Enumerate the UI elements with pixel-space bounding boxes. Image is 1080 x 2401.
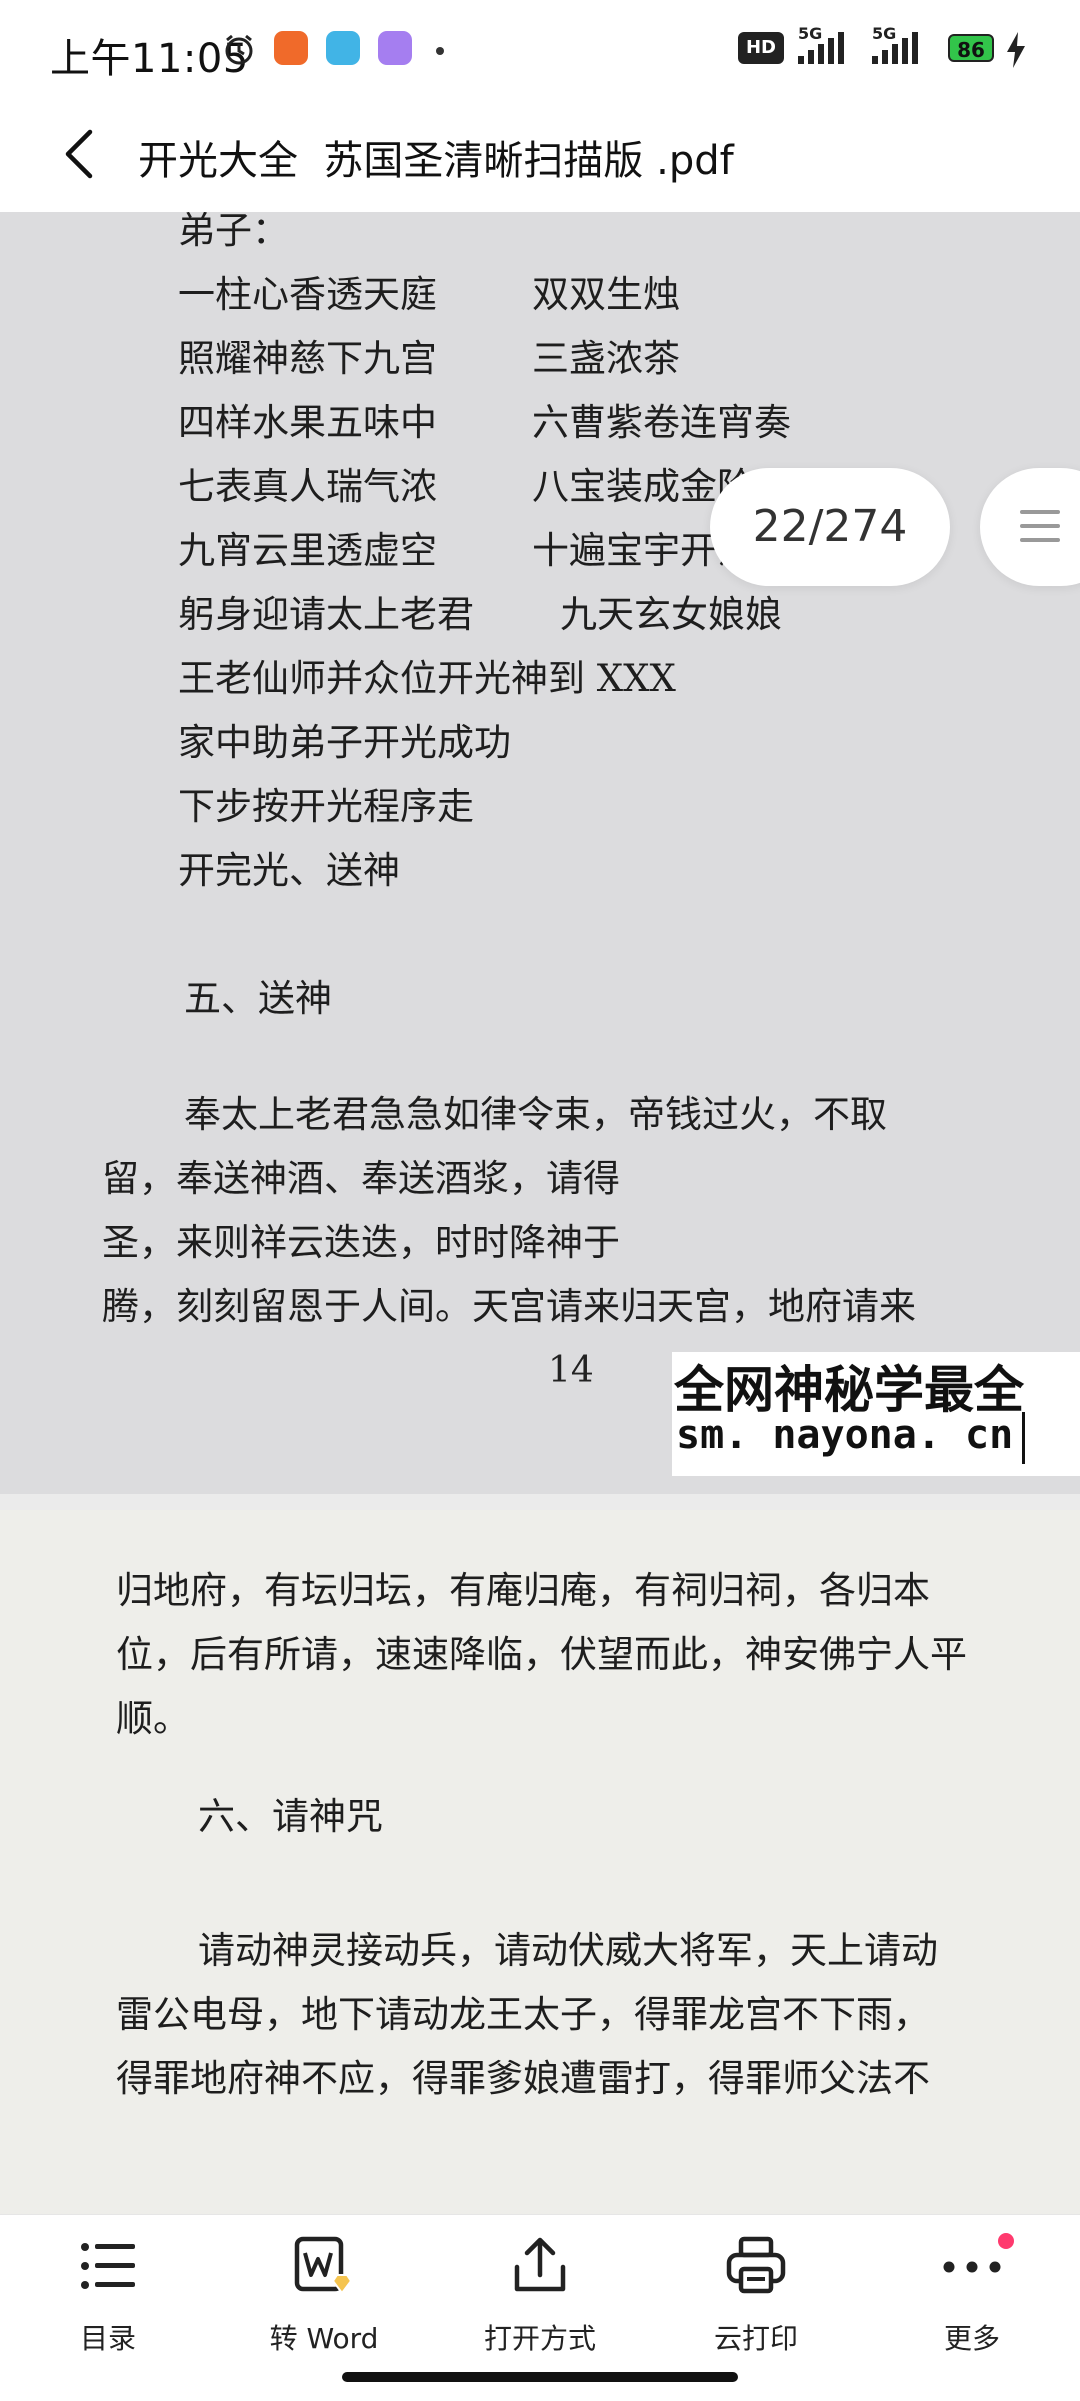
page-text-line: 请动神灵接动兵，请动伏威大将军，天上请动 — [198, 1929, 938, 1972]
page-text-line: 六曹紫卷连宵奏 — [532, 401, 791, 444]
page-text-line: 家中助弟子开光成功 — [178, 721, 511, 764]
page-text-line: 躬身迎请太上老君 — [178, 593, 474, 636]
printer-icon — [726, 2236, 786, 2294]
page-text-line: 雷公电母，地下请动龙王太子，得罪龙宫不下雨， — [116, 1993, 930, 2036]
toolbar-label: 打开方式 — [483, 2322, 596, 2355]
title-bar: 开光大全 苏国圣清晰扫描版 .pdf — [0, 100, 1080, 212]
status-time: 上午11:05 — [50, 36, 249, 82]
list-icon — [81, 2243, 135, 2289]
text-cursor — [1022, 1412, 1025, 1464]
toolbar-item-toc[interactable]: 目录 — [18, 2231, 198, 2361]
share-icon — [514, 2237, 566, 2292]
status-bar: 上午11:05 HD 5G 5G 86 — [0, 0, 1080, 100]
page-text-line: 圣，来则祥云迭迭，时时降神于 — [102, 1221, 620, 1264]
toolbar-label: 转 Word — [269, 2322, 379, 2355]
toolbar-item-open-with[interactable]: 打开方式 — [450, 2231, 630, 2361]
page-text-line: 一柱心香透天庭 — [178, 273, 437, 316]
page-text-line: 腾，刻刻留恩于人间。天宫请来归天宫，地府请来 — [102, 1285, 916, 1328]
page-text-line: 得罪地府神不应，得罪爹娘遭雷打，得罪师父法不 — [116, 2057, 930, 2100]
page-text-line: 照耀神慈下九宫 — [178, 337, 437, 380]
watermark-url: sm. nayona. cn — [676, 1412, 1014, 1458]
page-number: 14 — [548, 1350, 594, 1391]
more-notifications-dot — [436, 47, 444, 55]
menu-icon — [1020, 510, 1060, 542]
more-icon — [943, 2261, 1001, 2273]
alarm-icon — [225, 34, 253, 65]
page-text-line: 四样水果五味中 — [178, 401, 437, 444]
page-text-line: 九天玄女娘娘 — [560, 593, 782, 636]
toolbar-label: 更多 — [943, 2322, 1000, 2355]
pdf-page: 弟子： 一柱心香透天庭 双双生烛 照耀神慈下九宫 三盏浓茶 四样水果五味中 六曹… — [0, 212, 1080, 1494]
page-text-line: 奉太上老君急急如律令束，帝钱过火，不取 — [184, 1093, 887, 1136]
page-text-line: 归地府，有坛归坛，有庵归庵，有祠归祠，各归本 — [116, 1569, 930, 1612]
page-text-line: 开完光、送神 — [178, 849, 400, 892]
toolbar-label: 云打印 — [713, 2322, 798, 2355]
section-heading: 六、请神咒 — [198, 1795, 383, 1838]
signal-icon — [872, 32, 918, 64]
pdf-page: 归地府，有坛归坛，有庵归庵，有祠归祠，各归本 位，后有所请，速速降临，伏望而此，… — [0, 1510, 1080, 2214]
toolbar-item-cloud-print[interactable]: 云打印 — [666, 2231, 846, 2361]
charging-icon — [1007, 32, 1025, 68]
hd-voice-badge: HD — [738, 32, 784, 64]
document-title: 开光大全 苏国圣清晰扫描版 .pdf — [138, 138, 734, 184]
app-notification-icon — [274, 31, 308, 65]
app-notification-icon — [378, 31, 412, 65]
page-text-line: 九宵云里透虚空 — [178, 529, 437, 572]
page-text-line: 双双生烛 — [532, 273, 680, 316]
app-notification-icon — [326, 31, 360, 65]
page-text-line: 位，后有所请，速速降临，伏望而此，神安佛宁人平 — [116, 1633, 967, 1676]
signal-icon — [798, 32, 844, 64]
page-text-line: 留，奉送神酒、奉送酒浆，请得 — [102, 1157, 620, 1200]
page-text-line: 顺。 — [116, 1697, 190, 1740]
notification-badge — [998, 2233, 1014, 2249]
page-text-line: 弟子： — [178, 212, 289, 252]
page-text-line: 七表真人瑞气浓 — [178, 465, 437, 508]
section-heading: 五、送神 — [184, 977, 332, 1020]
toolbar-item-more[interactable]: 更多 — [882, 2231, 1062, 2361]
battery-icon: 86 — [948, 34, 994, 62]
toolbar-label: 目录 — [79, 2322, 136, 2355]
home-indicator[interactable] — [342, 2372, 738, 2382]
page-text-line: 下步按开光程序走 — [178, 785, 474, 828]
page-text-line: 王老仙师并众位开光神到 XXX — [178, 657, 676, 700]
word-convert-icon — [294, 2236, 353, 2295]
toolbar-item-to-word[interactable]: 转 Word — [234, 2231, 414, 2361]
page-indicator[interactable]: 22/274 — [710, 468, 950, 586]
page-text-line: 三盏浓茶 — [532, 337, 680, 380]
back-arrow-icon[interactable] — [56, 124, 106, 184]
pdf-viewer[interactable]: 弟子： 一柱心香透天庭 双双生烛 照耀神慈下九宫 三盏浓茶 四样水果五味中 六曹… — [0, 212, 1080, 2214]
